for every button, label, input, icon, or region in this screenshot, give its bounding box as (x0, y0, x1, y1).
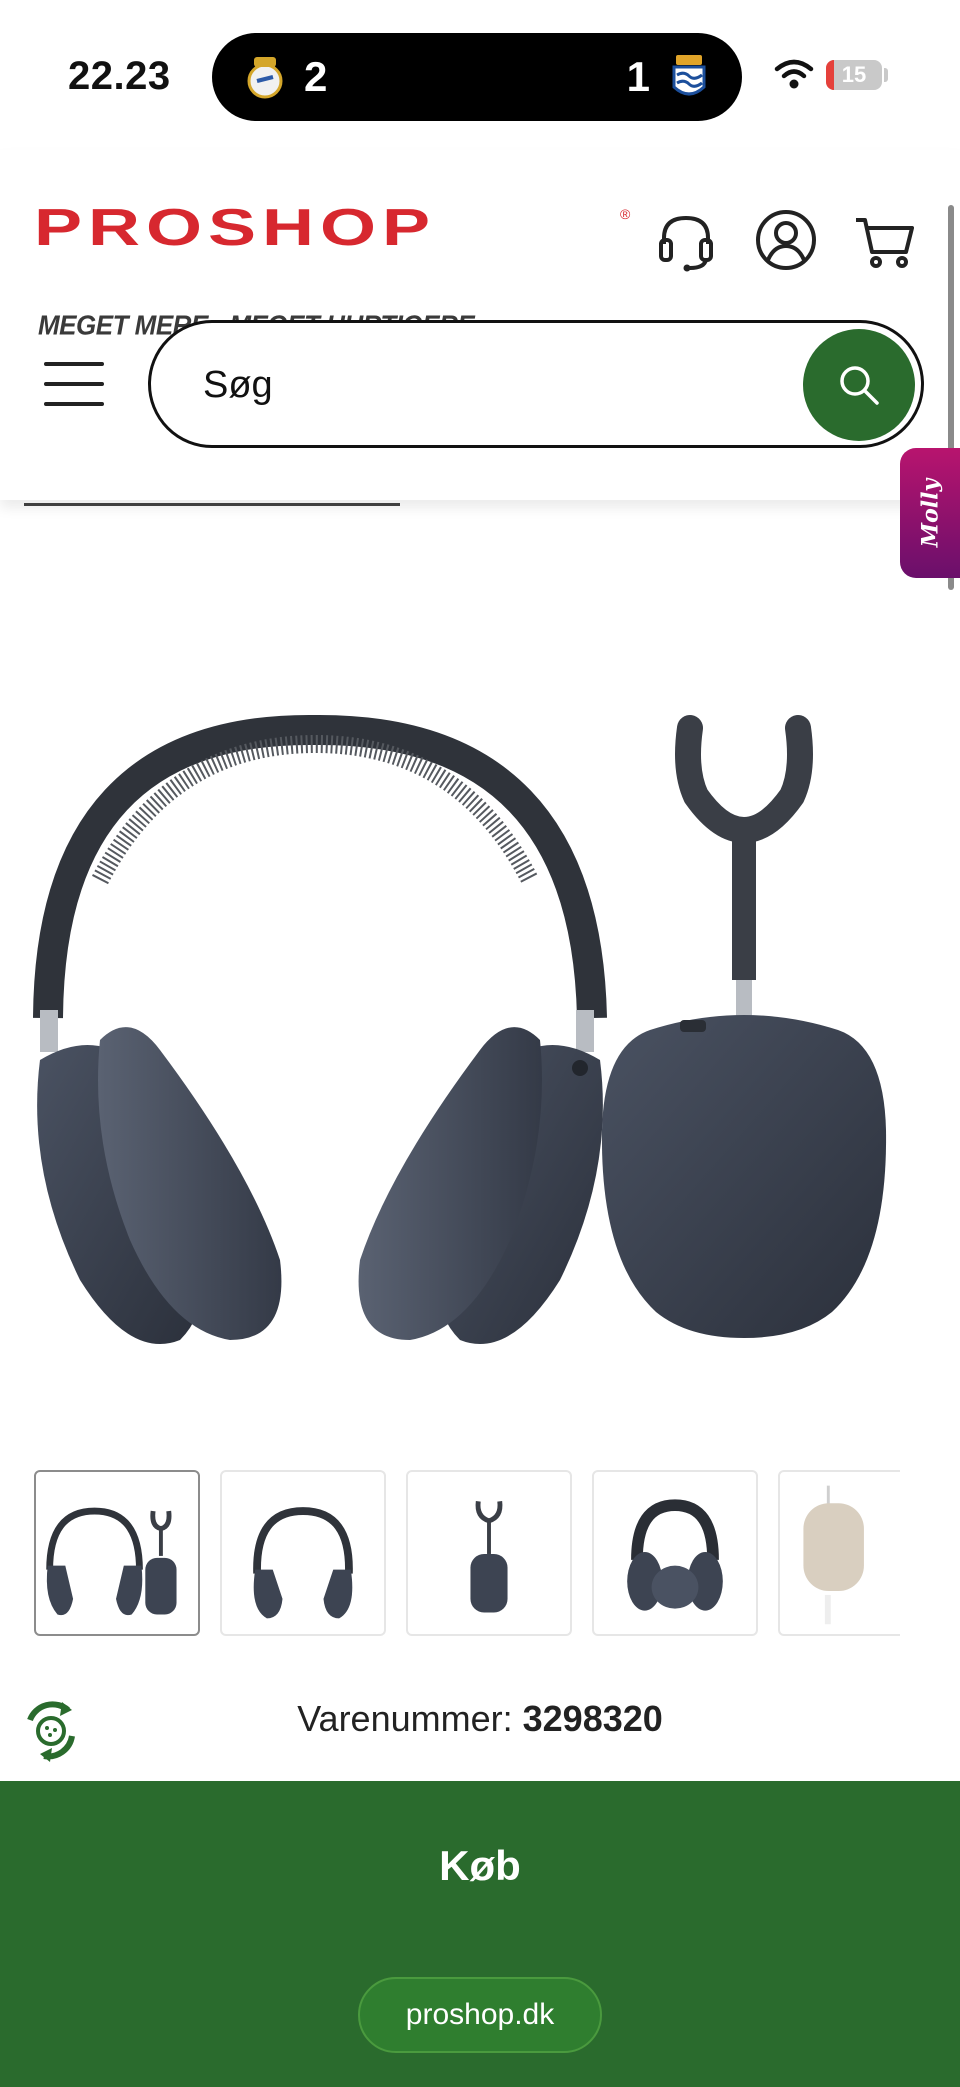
battery-percent: 15 (841, 62, 867, 87)
search-button[interactable] (803, 329, 915, 441)
headphones-with-cup-icon[interactable] (34, 1470, 200, 1636)
molly-chat-tab[interactable]: Molly (900, 448, 960, 578)
logo-wordmark: PROSHOP (34, 199, 437, 257)
headset-support-icon[interactable] (654, 208, 718, 272)
battery-indicator: 15 (826, 60, 882, 90)
recycle-leaf-icon[interactable] (10, 1690, 92, 1772)
headphone-cup-icon[interactable] (406, 1470, 572, 1636)
molly-tab-label: Molly (917, 478, 943, 548)
status-bar: 22.23 2 1 15 (0, 0, 960, 150)
buy-button[interactable]: Køb (0, 1781, 960, 1951)
search-bar (148, 320, 924, 448)
away-score: 1 (626, 53, 650, 100)
headphones-front-icon[interactable] (220, 1470, 386, 1636)
registered-mark: ® (620, 206, 631, 222)
headphones-icon[interactable] (20, 700, 900, 1380)
home-score: 2 (304, 53, 328, 100)
cart-icon[interactable] (852, 208, 916, 272)
search-input[interactable] (203, 355, 763, 415)
sku-value: 3298320 (522, 1698, 663, 1739)
battery-nub (884, 68, 888, 82)
live-activity-scoreboard[interactable]: 2 1 (212, 33, 742, 121)
sku-label: Varenummer: (297, 1698, 513, 1739)
site-header: PROSHOP ® MEGET MERE › MEGET HURTIGERE » (0, 150, 960, 500)
thumbnail-strip[interactable] (34, 1470, 900, 1636)
real-madrid-crest-icon (247, 57, 283, 99)
real-sociedad-crest-icon (672, 55, 706, 96)
proshop-logo[interactable]: PROSHOP ® MEGET MERE › MEGET HURTIGERE » (34, 199, 634, 341)
wifi-icon (774, 59, 814, 89)
status-time: 22.23 (68, 54, 171, 98)
hamburger-menu-icon[interactable] (40, 356, 106, 412)
breadcrumb-underline (24, 503, 400, 506)
buy-bar: Køb proshop.dk (0, 1781, 960, 2087)
page: 22.23 2 1 15 PROSHOP ® MEGET MERE Søg Mo… (0, 0, 960, 2087)
headphones-worn-icon[interactable] (592, 1470, 758, 1636)
browser-url-pill[interactable]: proshop.dk (358, 1977, 602, 2053)
account-icon[interactable] (754, 208, 818, 272)
search-icon (840, 366, 879, 405)
product-sku: Varenummer: 3298320 (0, 1698, 960, 1740)
headphones-silver-icon[interactable] (778, 1470, 900, 1636)
